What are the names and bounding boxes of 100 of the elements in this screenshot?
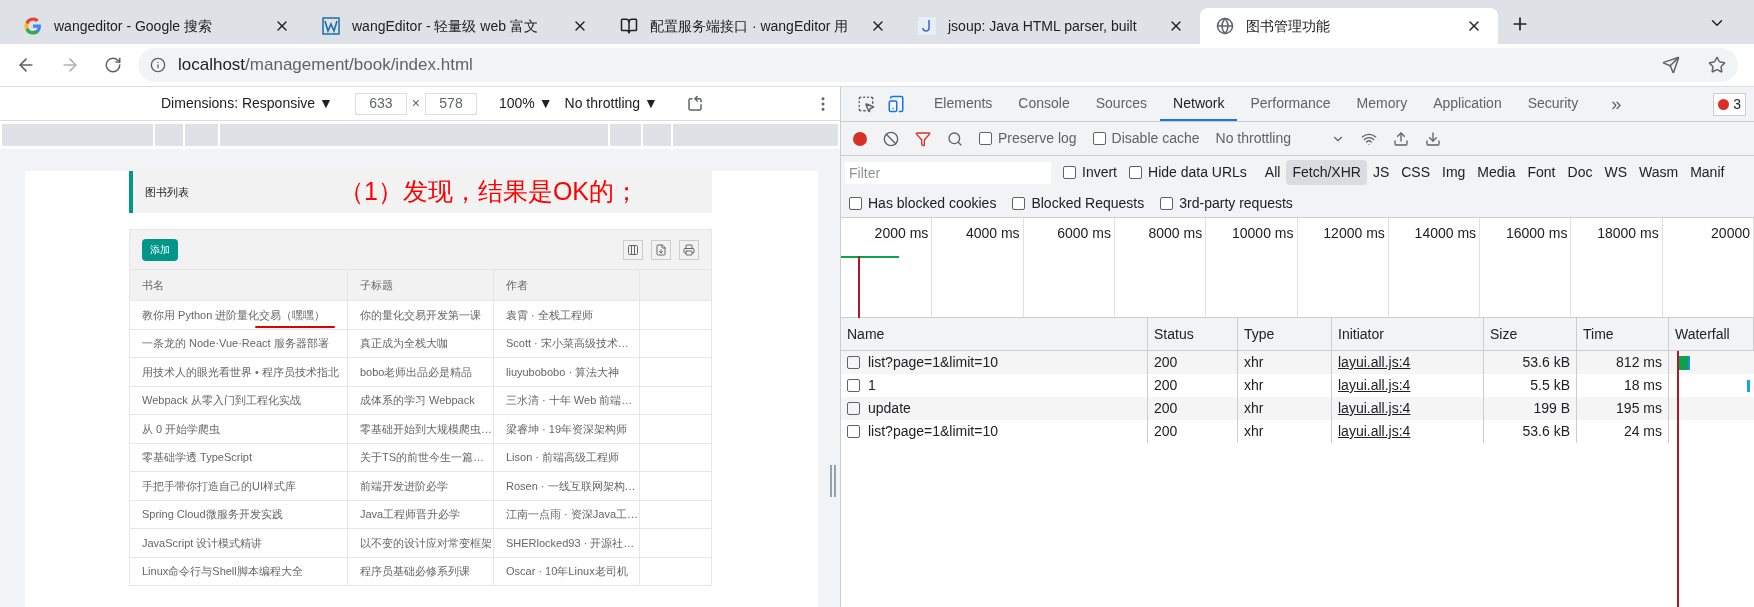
error-badge[interactable]: 3	[1713, 92, 1746, 116]
more-tabs-button[interactable]: »	[1611, 90, 1622, 118]
tab-title: wangEditor - 轻量级 web 富文	[352, 16, 539, 36]
filter-field[interactable]: Filter	[845, 161, 1051, 184]
browser-tab[interactable]: wangeditor - Google 搜索	[8, 8, 306, 44]
printer-icon	[683, 243, 695, 256]
timeline-tick: 6000 ms	[1057, 225, 1111, 241]
waterfall-bar	[1679, 355, 1691, 370]
search-icon[interactable]	[947, 130, 963, 147]
column-header[interactable]: Waterfall	[1669, 318, 1754, 350]
table-cell-text: 袁霄 · 全栈工程师	[506, 307, 593, 323]
initiator-link[interactable]: layui.all.js:4	[1338, 421, 1411, 442]
devtools-tab[interactable]: Sources	[1082, 87, 1161, 121]
table-cell-text: 以不变的设计应对常变框架	[360, 535, 492, 551]
request-name[interactable]: 1	[868, 375, 876, 396]
type-filter[interactable]: Wasm	[1633, 160, 1685, 185]
table-cell-text: Scott · 宋小菜高级技术…	[506, 336, 629, 351]
import-icon[interactable]	[1393, 130, 1409, 147]
checkbox[interactable]	[1092, 132, 1106, 145]
type-filter[interactable]: Manif	[1684, 160, 1731, 185]
initiator-link[interactable]: layui.all.js:4	[1338, 352, 1411, 373]
size-cell-text: 53.6 kB	[1522, 353, 1570, 372]
devtools-tab[interactable]: Performance	[1237, 87, 1344, 121]
table-cell-text: 你的量化交易开发第一课	[360, 307, 481, 323]
type-filter[interactable]: WS	[1598, 160, 1633, 185]
table-cell-text: 一条龙的 Node·Vue·React 服务器部署	[142, 336, 329, 351]
devtools-tab[interactable]: Console	[1005, 87, 1083, 121]
request-name[interactable]: update	[868, 398, 911, 419]
request-name[interactable]: list?page=1&limit=10	[868, 421, 998, 442]
type-filter[interactable]: Doc	[1561, 160, 1599, 185]
checkbox[interactable]	[849, 196, 862, 210]
devtools-tab[interactable]: Security	[1514, 87, 1592, 121]
browser-tab[interactable]: 图书管理功能	[1200, 8, 1498, 44]
column-header: 书名	[130, 270, 348, 300]
column-header[interactable]: Name	[841, 318, 1148, 350]
reload-icon[interactable]	[104, 56, 122, 74]
resize-handle[interactable]	[830, 465, 836, 497]
checkbox[interactable]	[1012, 196, 1026, 210]
column-header: 子标题	[348, 270, 494, 300]
column-header[interactable]: Size	[1484, 318, 1577, 350]
checkbox[interactable]	[1129, 166, 1142, 179]
print-button[interactable]	[679, 239, 699, 260]
send-icon[interactable]	[1662, 56, 1680, 74]
bookmark-star-icon[interactable]	[1708, 56, 1726, 74]
table-cell-text: 江南一点雨 · 资深Java工…	[506, 507, 638, 522]
initiator-link[interactable]: layui.all.js:4	[1338, 375, 1411, 396]
devtools-tab[interactable]: Memory	[1343, 87, 1421, 121]
checkbox[interactable]	[1160, 196, 1174, 210]
row-checkbox[interactable]	[847, 356, 860, 369]
record-button[interactable]	[853, 131, 867, 146]
width-field[interactable]: 633	[354, 92, 407, 115]
request-name[interactable]: list?page=1&limit=10	[868, 352, 998, 373]
type-filter[interactable]: All	[1258, 160, 1287, 185]
checkbox[interactable]	[1063, 166, 1076, 179]
column-header[interactable]: Time	[1577, 318, 1669, 350]
devtools-tab[interactable]: Application	[1420, 87, 1515, 121]
clear-icon[interactable]	[883, 130, 899, 147]
column-header[interactable]: Initiator	[1332, 318, 1484, 350]
type-filter[interactable]: JS	[1366, 160, 1396, 185]
status-cell-text: 200	[1154, 376, 1178, 395]
timeline-tick: 4000 ms	[965, 225, 1020, 241]
browser-tab[interactable]: wangEditor - 轻量级 web 富文	[306, 8, 604, 44]
browser-tab[interactable]: jsoup: Java HTML parser, built	[902, 8, 1200, 44]
devtools-tab[interactable]: Elements	[921, 87, 1006, 121]
type-filter[interactable]: Fetch/XHR	[1286, 160, 1367, 185]
type-filter[interactable]: CSS	[1395, 160, 1436, 185]
dimensions-dropdown[interactable]: Dimensions: Responsive ▼	[161, 93, 333, 114]
columns-button[interactable]	[623, 239, 643, 260]
table-cell-text: 三水清 · 十年 Web 前端…	[506, 393, 633, 408]
type-filter[interactable]: Font	[1521, 160, 1562, 185]
table-cell-text: 从 0 开始学爬虫	[142, 421, 221, 437]
size-cell-text: 5.5 kB	[1530, 376, 1570, 395]
row-checkbox[interactable]	[847, 425, 860, 438]
file-download-icon	[655, 243, 667, 256]
checkbox-label: Invert	[1082, 163, 1117, 182]
table-cell-text: Oscar · 10年Linux老司机	[506, 564, 628, 579]
type-filter[interactable]: Media	[1471, 160, 1522, 185]
type-filter[interactable]: Img	[1436, 160, 1472, 185]
checkbox[interactable]	[979, 132, 992, 145]
height-field[interactable]: 578	[425, 92, 477, 115]
zoom-dropdown[interactable]: 100% ▼	[499, 93, 553, 114]
export-icon[interactable]	[1425, 130, 1441, 147]
browser-tab[interactable]: 配置服务端接口 · wangEditor 用	[604, 8, 902, 44]
throttling-select[interactable]: No throttling	[1215, 128, 1291, 149]
address-bar[interactable]: localhost/management/book/index.html	[138, 48, 1738, 82]
time-cell-text: 18 ms	[1623, 376, 1662, 395]
throttling-dropdown[interactable]: No throttling ▼	[564, 93, 658, 114]
column-header[interactable]: Type	[1238, 318, 1332, 350]
filter-icon[interactable]	[915, 130, 931, 147]
export-button[interactable]	[651, 239, 671, 260]
column-header[interactable]: Status	[1148, 318, 1238, 350]
device-toggle-icon[interactable]	[887, 95, 905, 113]
table-cell-text: 用技术人的眼光看世界 • 程序员技术指北	[142, 364, 339, 380]
row-checkbox[interactable]	[847, 379, 860, 392]
initiator-link[interactable]: layui.all.js:4	[1338, 398, 1411, 419]
inspect-icon[interactable]	[857, 95, 875, 113]
rotate-icon[interactable]	[685, 94, 704, 113]
row-checkbox[interactable]	[847, 402, 860, 415]
table-cell-text: 前端开发进阶必学	[360, 478, 448, 494]
add-button[interactable]: 添加	[142, 238, 178, 261]
